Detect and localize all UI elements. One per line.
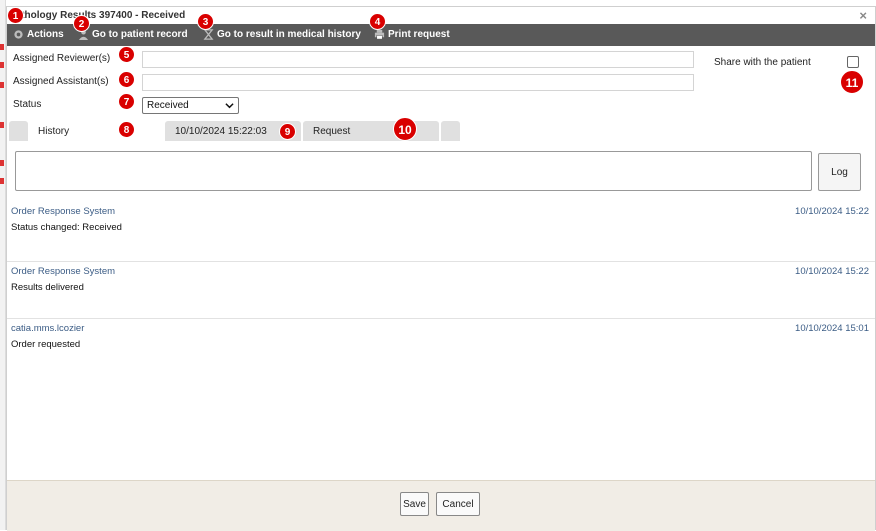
close-icon[interactable]: × xyxy=(859,8,867,23)
actions-button[interactable]: Actions xyxy=(13,29,64,40)
go-to-patient-record-button[interactable]: Go to patient record xyxy=(78,29,188,40)
toolbar: Actions Go to patient record Go to resul… xyxy=(7,24,875,46)
status-selected-value: Received xyxy=(147,100,189,111)
history-entry-author[interactable]: catia.mms.lcozier xyxy=(11,323,84,334)
screen: Pathology Results 397400 - Received × Ac… xyxy=(0,0,876,531)
callout-badge-9: 9 xyxy=(279,123,296,140)
assigned-reviewer-input[interactable] xyxy=(142,51,694,68)
callout-badge-6: 6 xyxy=(118,71,135,88)
callout-badge-1: 1 xyxy=(7,7,24,24)
history-entry-message: Status changed: Received xyxy=(11,222,122,233)
history-entry-time: 10/10/2024 15:01 xyxy=(795,323,869,334)
divider xyxy=(7,318,875,319)
history-entry-time: 10/10/2024 15:22 xyxy=(795,206,869,217)
history-entry-message: Order requested xyxy=(11,339,81,350)
tab-blank-left[interactable] xyxy=(9,121,28,141)
dialog-titlebar: Pathology Results 397400 - Received × xyxy=(7,7,875,24)
cancel-button[interactable]: Cancel xyxy=(436,492,480,516)
share-with-patient-checkbox[interactable] xyxy=(847,56,859,68)
status-select[interactable]: Received xyxy=(142,97,239,114)
callout-badge-10: 10 xyxy=(393,117,417,141)
divider xyxy=(7,261,875,262)
tab-history-label: History xyxy=(38,125,70,137)
hourglass-icon xyxy=(203,29,214,40)
callout-badge-2: 2 xyxy=(73,15,90,32)
save-button[interactable]: Save xyxy=(400,492,429,516)
callout-badge-11: 11 xyxy=(840,70,864,94)
share-with-patient-label: Share with the patient xyxy=(714,57,811,68)
pathology-results-dialog: Pathology Results 397400 - Received × Ac… xyxy=(6,6,876,531)
callout-badge-7: 7 xyxy=(118,93,135,110)
callout-badge-3: 3 xyxy=(197,13,214,30)
medical-history-label: Go to result in medical history xyxy=(217,29,361,40)
chevron-down-icon xyxy=(225,103,234,109)
log-input[interactable] xyxy=(15,151,812,191)
log-button[interactable]: Log xyxy=(818,153,861,191)
print-label: Print request xyxy=(388,29,450,40)
go-to-medical-history-button[interactable]: Go to result in medical history xyxy=(203,29,361,40)
callout-badge-8: 8 xyxy=(118,121,135,138)
history-entry-author[interactable]: Order Response System xyxy=(11,206,115,217)
history-entry-message: Results delivered xyxy=(11,282,84,293)
status-label: Status xyxy=(13,99,42,110)
history-entry-time: 10/10/2024 15:22 xyxy=(795,266,869,277)
print-request-button[interactable]: Print request xyxy=(374,29,450,40)
callout-badge-4: 4 xyxy=(369,13,386,30)
assigned-assistant-label: Assigned Assistant(s) xyxy=(13,76,109,87)
history-entry-author[interactable]: Order Response System xyxy=(11,266,115,277)
tab-request-label: Request xyxy=(313,125,351,137)
tab-request[interactable]: Request xyxy=(303,121,439,141)
assigned-reviewer-label: Assigned Reviewer(s) xyxy=(13,53,111,64)
patient-record-label: Go to patient record xyxy=(92,29,188,40)
actions-label: Actions xyxy=(27,29,64,40)
assigned-assistant-input[interactable] xyxy=(142,74,694,91)
dialog-footer: Save Cancel xyxy=(7,480,875,531)
printer-icon xyxy=(374,29,385,40)
dialog-title: Pathology Results 397400 - Received xyxy=(9,10,186,21)
gear-icon xyxy=(14,30,23,39)
tab-result-date-label: 10/10/2024 15:22:03 xyxy=(175,125,267,137)
callout-badge-5: 5 xyxy=(118,46,135,63)
tab-blank-right[interactable] xyxy=(441,121,460,141)
